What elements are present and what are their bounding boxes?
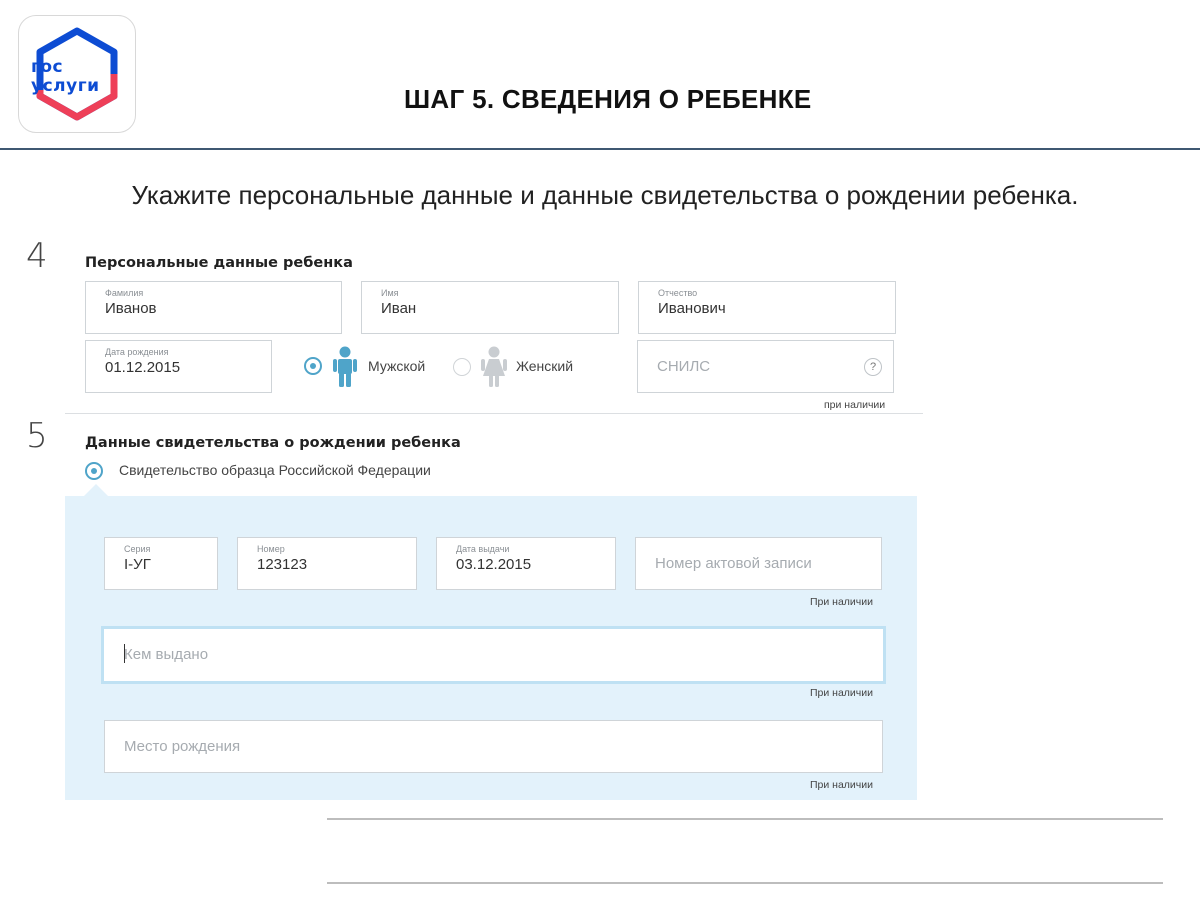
name-field[interactable]: Имя Иван <box>361 281 619 334</box>
gosuslugi-logo: гос услуги <box>18 15 136 133</box>
snils-hint: при наличии <box>824 399 886 411</box>
header-divider <box>0 148 1200 150</box>
snils-placeholder: СНИЛС <box>657 358 711 375</box>
section-divider <box>65 413 923 414</box>
name-label: Имя <box>381 288 399 298</box>
surname-field[interactable]: Фамилия Иванов <box>85 281 342 334</box>
birth-date-label: Дата рождения <box>105 347 169 357</box>
issue-date-field[interactable]: Дата выдачи 03.12.2015 <box>436 537 616 590</box>
issued-by-placeholder: Кем выдано <box>124 646 209 663</box>
act-record-field[interactable]: Номер актовой записи <box>635 537 882 590</box>
girl-icon <box>481 346 507 387</box>
certificate-number-value: 123123 <box>257 556 308 573</box>
birth-date-value: 01.12.2015 <box>105 359 181 376</box>
step-number-4: 4 <box>26 236 48 276</box>
series-label: Серия <box>124 544 151 554</box>
act-record-hint: При наличии <box>810 596 873 608</box>
gender-male-radio[interactable] <box>304 357 322 375</box>
page-title: ШАГ 5. СВЕДЕНИЯ О РЕБЕНКЕ <box>404 84 812 114</box>
act-record-placeholder: Номер актовой записи <box>655 555 812 572</box>
logo-text-line2: услуги <box>31 76 100 96</box>
issued-by-hint: При наличии <box>810 687 873 699</box>
issue-date-label: Дата выдачи <box>456 544 510 554</box>
logo-text-line1: гос <box>31 57 64 77</box>
certificate-number-label: Номер <box>257 544 285 554</box>
gender-female-label[interactable]: Женский <box>516 358 573 374</box>
instruction-text: Укажите персональные данные и данные сви… <box>131 180 1079 210</box>
cert-type-label[interactable]: Свидетельство образца Российской Федерац… <box>119 462 431 478</box>
gender-male-label[interactable]: Мужской <box>368 358 425 374</box>
birth-date-field[interactable]: Дата рождения 01.12.2015 <box>85 340 272 393</box>
series-value: I-УГ <box>124 556 151 573</box>
decorative-line-bottom <box>327 882 1163 884</box>
patronymic-value: Иванович <box>658 300 726 317</box>
issued-by-field[interactable]: Кем выдано <box>101 626 886 684</box>
snils-field[interactable]: СНИЛС ? <box>637 340 894 393</box>
issue-date-value: 03.12.2015 <box>456 556 532 573</box>
panel-pointer <box>84 484 108 496</box>
section-title-personal: Персональные данные ребенка <box>85 255 353 271</box>
name-value: Иван <box>381 300 417 317</box>
surname-label: Фамилия <box>105 288 144 298</box>
decorative-line-top <box>327 818 1163 820</box>
patronymic-field[interactable]: Отчество Иванович <box>638 281 896 334</box>
birth-place-hint: При наличии <box>810 779 873 791</box>
surname-value: Иванов <box>105 300 157 317</box>
gender-female-radio[interactable] <box>453 358 471 376</box>
help-icon[interactable]: ? <box>864 358 882 376</box>
cert-type-radio[interactable] <box>85 462 103 480</box>
step-number-5: 5 <box>26 416 48 456</box>
birth-place-field[interactable]: Место рождения <box>104 720 883 773</box>
section-title-certificate: Данные свидетельства о рождении ребенка <box>85 435 461 451</box>
boy-icon <box>333 346 357 387</box>
birth-place-placeholder: Место рождения <box>124 738 241 755</box>
series-field[interactable]: Серия I-УГ <box>104 537 218 590</box>
patronymic-label: Отчество <box>658 288 698 298</box>
certificate-number-field[interactable]: Номер 123123 <box>237 537 417 590</box>
